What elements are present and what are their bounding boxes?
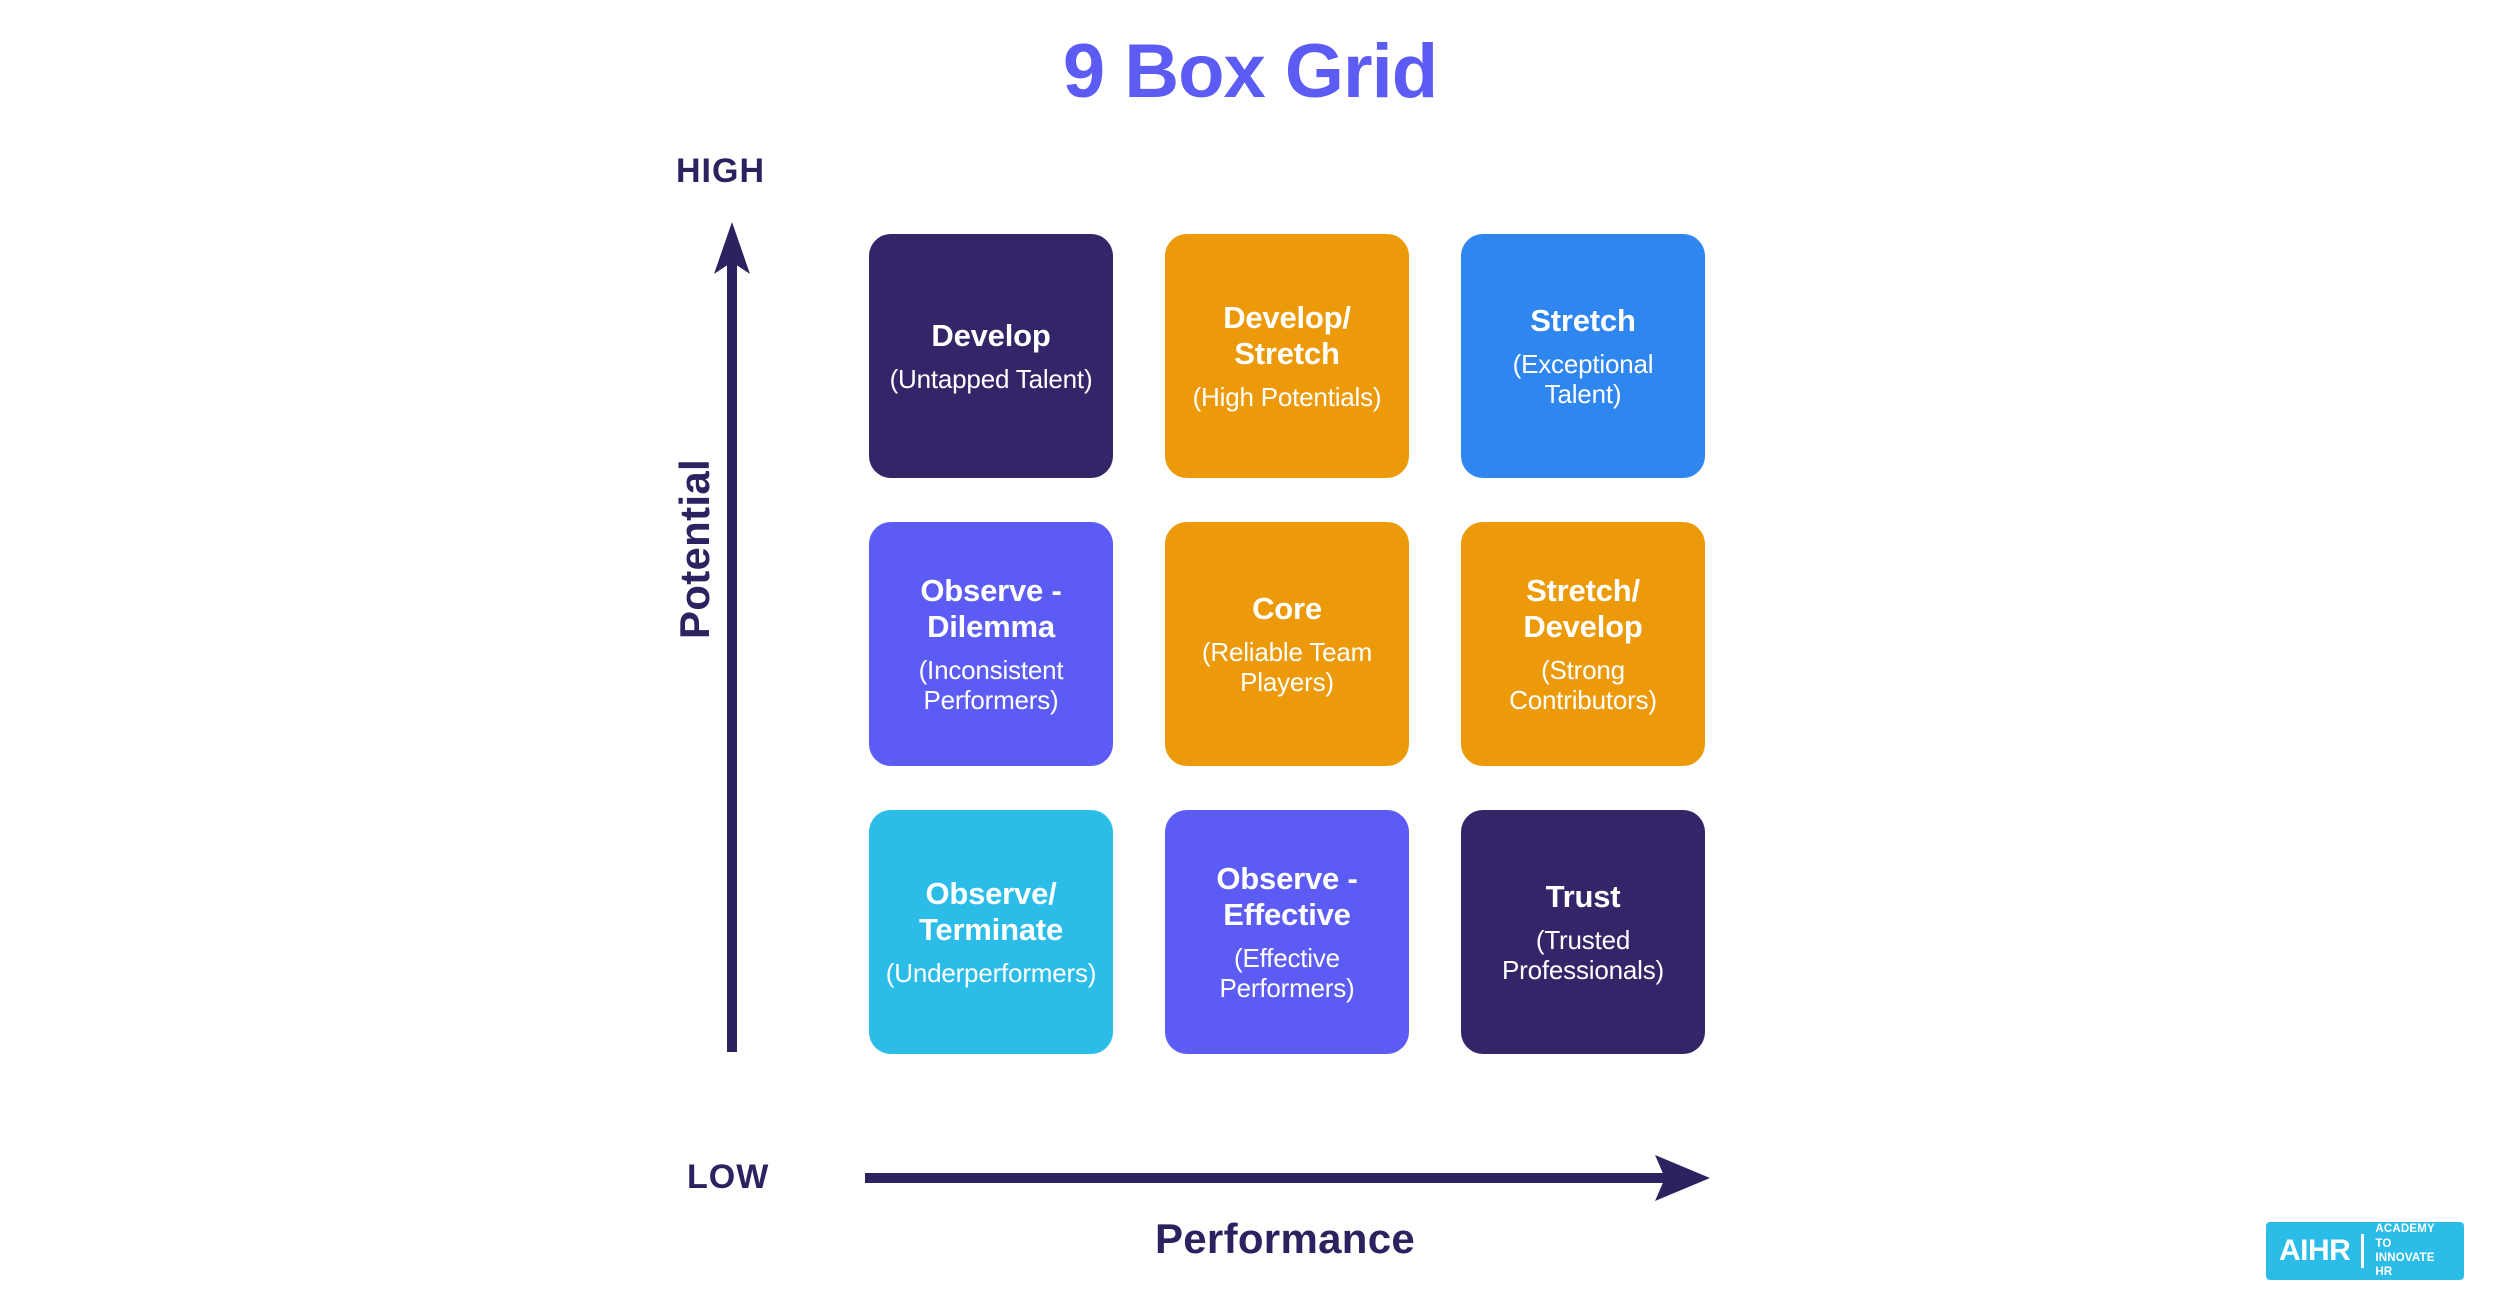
grid-cell-subtitle: (Exceptional Talent) [1512, 348, 1654, 409]
logo-tagline: ACADEMY TO INNOVATE HR [2375, 1222, 2451, 1280]
grid-cell-develop-stretch[interactable]: Develop/Stretch (High Potentials) [1165, 234, 1409, 478]
grid-cell-title: Stretch/Develop [1523, 572, 1643, 644]
y-axis-high-label: HIGH [676, 152, 765, 190]
grid-cell-stretch-develop[interactable]: Stretch/Develop (Strong Contributors) [1461, 522, 1705, 766]
grid-cell-title: Develop/Stretch [1223, 299, 1351, 371]
nine-box-grid-diagram: 9 Box Grid HIGH Potential Develop (Untap… [0, 0, 2500, 1307]
x-axis-low-label: LOW [687, 1158, 770, 1196]
grid-cell-observe-dilemma[interactable]: Observe - Dilemma (Inconsistent Performers… [869, 522, 1113, 766]
grid-cell-subtitle: (High Potentials) [1192, 381, 1382, 412]
grid-cell-title: Observe - Effective [1216, 860, 1358, 932]
grid-cell-stretch[interactable]: Stretch (Exceptional Talent) [1461, 234, 1705, 478]
grid-cell-subtitle: (Effective Performers) [1219, 942, 1355, 1003]
y-axis-title: Potential [671, 458, 718, 640]
grid-cell-observe-effective[interactable]: Observe - Effective (Effective Performers) [1165, 810, 1409, 1054]
grid-cell-subtitle: (Underperformers) [885, 957, 1097, 988]
logo-divider [2361, 1234, 2365, 1268]
grid-cell-core[interactable]: Core (Reliable Team Players) [1165, 522, 1409, 766]
grid-cell-title: Stretch [1530, 302, 1636, 338]
logo-wordmark: AIHR [2279, 1234, 2351, 1267]
grid-cell-trust[interactable]: Trust (Trusted Professionals) [1461, 810, 1705, 1054]
grid-container: Develop (Untapped Talent) Develop/Stretc… [869, 234, 1706, 1054]
page-title: 9 Box Grid [1062, 29, 1438, 114]
grid-cell-observe-terminate[interactable]: Observe/Terminate (Underperformers) [869, 810, 1113, 1054]
logo-tagline-line-1: ACADEMY TO [2375, 1223, 2435, 1250]
grid-cell-title: Core [1252, 590, 1322, 626]
grid-cell-subtitle: (Inconsistent Performers) [918, 654, 1064, 715]
grid-cell-title: Develop [931, 317, 1051, 353]
aihr-logo: AIHR ACADEMY TO INNOVATE HR [2266, 1222, 2464, 1280]
x-axis-title: Performance [1154, 1215, 1416, 1262]
grid-cell-subtitle: (Untapped Talent) [889, 363, 1093, 394]
grid-cell-subtitle: (Trusted Professionals) [1502, 924, 1664, 985]
x-axis-arrow-icon [865, 1155, 1710, 1201]
grid-cell-title: Observe/Terminate [918, 875, 1064, 947]
grid-cell-develop[interactable]: Develop (Untapped Talent) [869, 234, 1113, 478]
grid-cell-subtitle: (Reliable Team Players) [1201, 636, 1373, 697]
logo-tagline-line-2: INNOVATE HR [2375, 1252, 2435, 1279]
grid-cell-title: Observe - Dilemma [920, 572, 1062, 644]
grid-cell-title: Trust [1545, 878, 1621, 914]
grid-cell-subtitle: (Strong Contributors) [1509, 654, 1657, 715]
